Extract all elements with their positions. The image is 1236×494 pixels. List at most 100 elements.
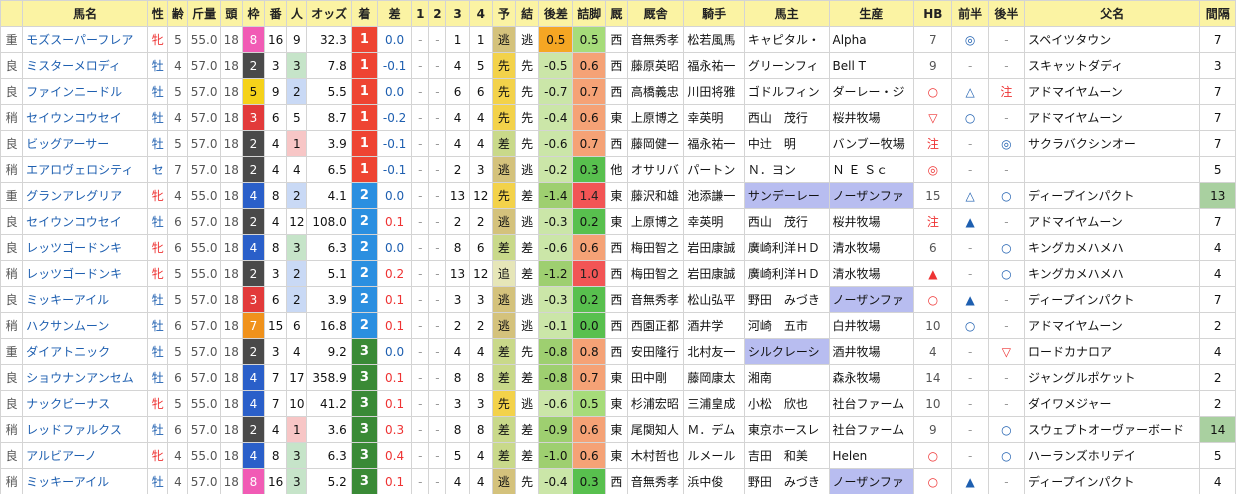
table-row[interactable]: 稍レッドファルクス牡 6 57.0 18 2 4 1 3.6 3 0.3- -8 8 差差 -0.9 0.6… bbox=[0, 416, 1236, 443]
horse-name-cell[interactable]: エアロヴェロシティ bbox=[22, 156, 149, 183]
odds-cell: 6.3 bbox=[306, 234, 352, 261]
horse-name-cell[interactable]: ミスターメロディ bbox=[22, 52, 149, 79]
hb-mark-cell: ○ bbox=[913, 442, 953, 469]
table-row[interactable]: 重モズスーパーフレア牝 5 55.0 18 8 16 9 32.3 1 0.0- -1 1 逃逃 0.5 0… bbox=[0, 26, 1236, 53]
horse-name-cell[interactable]: レッツゴードンキ bbox=[22, 234, 149, 261]
table-row[interactable]: 稍エアロヴェロシティセ 7 57.0 18 2 4 4 6.5 1 -0.1- -2 3 逃逃 -0.2 0… bbox=[0, 156, 1236, 183]
corner2-cell: - bbox=[428, 468, 447, 494]
horse-name-cell[interactable]: レッツゴードンキ bbox=[22, 260, 149, 287]
corner2-cell: - bbox=[428, 52, 447, 79]
header-cell[interactable]: 人 bbox=[286, 0, 308, 27]
corner3-cell: 2 bbox=[445, 156, 470, 183]
header-cell[interactable]: 齢 bbox=[167, 0, 189, 27]
table-row[interactable]: 良レッツゴードンキ牝 6 55.0 18 4 8 3 6.3 2 0.0- -8 6 差差 -0.6 0.6… bbox=[0, 234, 1236, 261]
header-cell[interactable]: 厩 bbox=[604, 0, 628, 27]
odds-cell: 108.0 bbox=[306, 208, 352, 235]
table-row[interactable]: 良アルビアーノ牝 4 55.0 18 4 8 3 6.3 3 0.4- -5 4 差差 -1.0 0.6 東木… bbox=[0, 442, 1236, 469]
trainer-cell: 田中剛 bbox=[626, 364, 685, 391]
table-row[interactable]: 良ミッキーアイル牡 5 57.0 18 3 6 2 3.9 2 0.1- -3 3 逃逃 -0.3 0.2 西… bbox=[0, 286, 1236, 313]
table-row[interactable]: 稍セイウンコウセイ牡 4 57.0 18 3 6 5 8.7 1 -0.2- -4 4 先先 -0.4 0.… bbox=[0, 104, 1236, 131]
horse-name-cell[interactable]: ミッキーアイル bbox=[22, 286, 149, 313]
number-cell: 4 bbox=[264, 416, 288, 443]
breeder-cell: Bell T bbox=[828, 52, 915, 79]
final-speed-cell: 0.3 bbox=[572, 156, 606, 183]
header-cell[interactable]: 結 bbox=[515, 0, 540, 27]
table-row[interactable]: 重グランアレグリア牝 4 55.0 18 4 8 2 4.1 2 0.0- -13 12 先差 -1.4 1… bbox=[0, 182, 1236, 209]
margin-cell: 0.4 bbox=[376, 442, 413, 469]
odds-cell: 7.8 bbox=[306, 52, 352, 79]
table-row[interactable]: 良ビッグアーサー牡 5 57.0 18 2 4 1 3.9 1 -0.1- -4 4 差先 -0.6 0.7… bbox=[0, 130, 1236, 157]
header-cell[interactable]: 厩舎 bbox=[626, 0, 685, 27]
table-row[interactable]: 稍ミッキーアイル牡 4 57.0 18 8 16 3 5.2 3 0.1- -4 4 逃先 -0.4 0.3… bbox=[0, 468, 1236, 494]
corner2-cell: - bbox=[428, 182, 447, 209]
horse-name-cell[interactable]: グランアレグリア bbox=[22, 182, 149, 209]
header-cell[interactable]: HB bbox=[913, 0, 953, 27]
horse-name-cell[interactable]: アルビアーノ bbox=[22, 442, 149, 469]
table-row[interactable]: 稍レッツゴードンキ牝 5 55.0 18 2 3 2 5.1 2 0.2- -13 12 追差 -1.2 1… bbox=[0, 260, 1236, 287]
horse-name-cell[interactable]: モズスーパーフレア bbox=[22, 26, 149, 53]
horse-name-cell[interactable]: セイウンコウセイ bbox=[22, 104, 149, 131]
predicted-style-cell: 逃 bbox=[491, 156, 517, 183]
late-diff-cell: -0.5 bbox=[538, 52, 574, 79]
horse-name-cell[interactable]: ショウナンアンセム bbox=[22, 364, 149, 391]
table-row[interactable]: 良セイウンコウセイ牡 6 57.0 18 2 4 12 108.0 2 0.1- -2 2 逃逃 -0.3… bbox=[0, 208, 1236, 235]
horse-name-cell[interactable]: レッドファルクス bbox=[22, 416, 149, 443]
horse-name-cell[interactable]: ナックビーナス bbox=[22, 390, 149, 417]
horse-name-cell[interactable]: ファインニードル bbox=[22, 78, 149, 105]
header-cell[interactable]: 着 bbox=[350, 0, 378, 27]
weight-cell: 57.0 bbox=[187, 364, 221, 391]
horse-name-cell[interactable]: ダイアトニック bbox=[22, 338, 149, 365]
header-cell[interactable]: 父名 bbox=[1024, 0, 1201, 27]
header-cell[interactable]: 枠 bbox=[241, 0, 266, 27]
corner3-cell: 6 bbox=[445, 78, 470, 105]
table-row[interactable]: 良ナックビーナス牝 5 55.0 18 4 7 10 41.2 3 0.1- -3 3 先逃 -0.6 0.… bbox=[0, 390, 1236, 417]
header-cell[interactable]: 生産 bbox=[828, 0, 915, 27]
header-cell[interactable]: 間隔 bbox=[1199, 0, 1236, 27]
result-style-cell: 先 bbox=[515, 104, 540, 131]
header-cell[interactable]: 4 bbox=[468, 0, 493, 27]
horse-name-cell[interactable]: セイウンコウセイ bbox=[22, 208, 149, 235]
breeder-cell: バンブー牧場 bbox=[828, 130, 915, 157]
table-row[interactable]: 良ミスターメロディ牡 4 57.0 18 2 3 3 7.8 1 -0.1- -4 5 先先 -0.5 0.… bbox=[0, 52, 1236, 79]
header-cell[interactable]: 差 bbox=[376, 0, 413, 27]
horse-name-cell[interactable]: ミッキーアイル bbox=[22, 468, 149, 494]
table-row[interactable]: 稍ハクサンムーン牡 6 57.0 18 7 15 6 16.8 2 0.1- -2 2 逃逃 -0.1 0.… bbox=[0, 312, 1236, 339]
field-size-cell: 18 bbox=[219, 156, 243, 183]
jockey-cell: 福永祐一 bbox=[683, 52, 745, 79]
horse-name-cell[interactable]: ハクサンムーン bbox=[22, 312, 149, 339]
table-header: 馬名性齢斤量頭枠番人オッズ着差 1 2 3 4 予結後差 詰脚厩厩舎 騎手 馬主 生産 HB 前半 後半… bbox=[0, 0, 1236, 27]
header-cell[interactable]: 3 bbox=[445, 0, 470, 27]
table-row[interactable]: 重ダイアトニック牡 5 57.0 18 2 3 4 9.2 3 0.0- -4 4 差先 -0.8 0.8 西… bbox=[0, 338, 1236, 365]
header-cell[interactable]: オッズ bbox=[306, 0, 352, 27]
header-cell[interactable]: 予 bbox=[491, 0, 517, 27]
header-cell[interactable]: 前半 bbox=[951, 0, 989, 27]
header-cell[interactable]: 後半 bbox=[987, 0, 1026, 27]
popularity-cell: 3 bbox=[286, 468, 308, 494]
margin-cell: 0.1 bbox=[376, 468, 413, 494]
corner2-cell: - bbox=[428, 104, 447, 131]
sex-cell: 牡 bbox=[147, 312, 169, 339]
horse-name-cell[interactable]: ビッグアーサー bbox=[22, 130, 149, 157]
header-cell[interactable]: 2 bbox=[428, 0, 447, 27]
header-cell[interactable]: 馬名 bbox=[22, 0, 149, 27]
header-cell[interactable]: 馬主 bbox=[743, 0, 830, 27]
header-cell[interactable]: 頭 bbox=[219, 0, 243, 27]
result-style-cell: 差 bbox=[515, 260, 540, 287]
stable-region-cell: 東 bbox=[604, 182, 628, 209]
header-cell[interactable]: 性 bbox=[147, 0, 169, 27]
predicted-style-cell: 逃 bbox=[491, 312, 517, 339]
trainer-cell: 梅田智之 bbox=[626, 234, 685, 261]
table-row[interactable]: 良ファインニードル牡 5 57.0 18 5 9 2 5.5 1 0.0- -6 6 先先 -0.7 0.7… bbox=[0, 78, 1236, 105]
interval-cell: 7 bbox=[1199, 130, 1236, 157]
table-row[interactable]: 良ショウナンアンセム牡 6 57.0 18 4 7 17 358.9 3 0.1- -8 8 差差 -0.… bbox=[0, 364, 1236, 391]
header-cell[interactable]: 詰脚 bbox=[572, 0, 606, 27]
second-half-mark-cell: - bbox=[987, 468, 1026, 494]
header-cell[interactable]: 騎手 bbox=[683, 0, 745, 27]
header-cell[interactable]: 後差 bbox=[538, 0, 574, 27]
number-cell: 3 bbox=[264, 338, 288, 365]
header-cell[interactable]: 斤量 bbox=[187, 0, 221, 27]
breeder-cell: 白井牧場 bbox=[828, 312, 915, 339]
odds-cell: 6.5 bbox=[306, 156, 352, 183]
header-cell[interactable]: 1 bbox=[411, 0, 430, 27]
header-cell[interactable]: 番 bbox=[264, 0, 288, 27]
